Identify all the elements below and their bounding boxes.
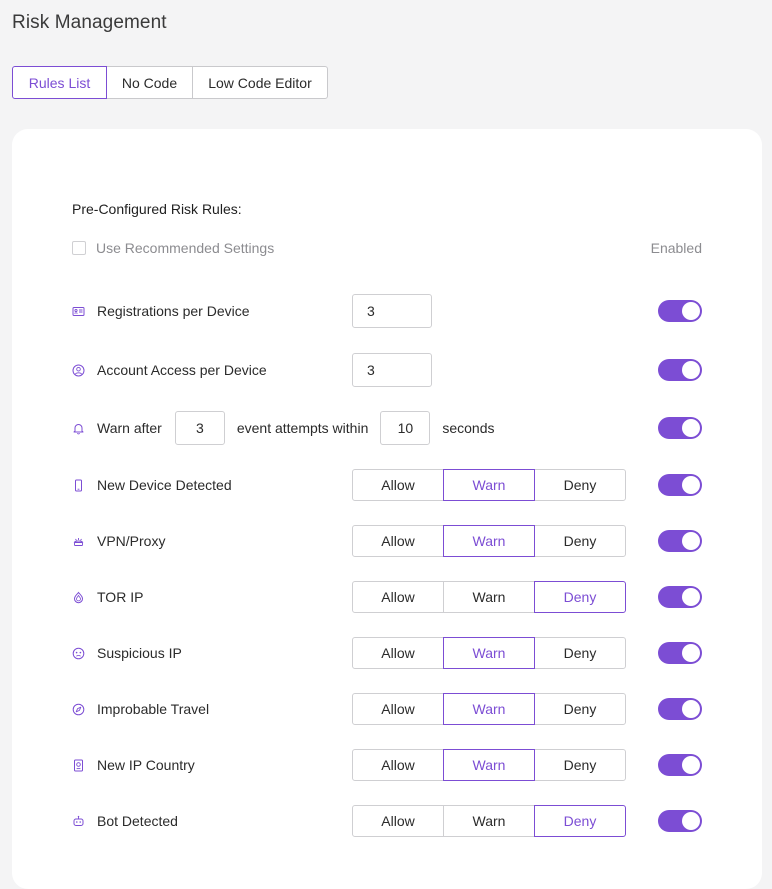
id-card-icon bbox=[72, 305, 85, 318]
account-access-enabled-toggle[interactable] bbox=[658, 359, 702, 381]
vpn-proxy-enabled-toggle[interactable] bbox=[658, 530, 702, 552]
allow-option[interactable]: Allow bbox=[352, 637, 444, 669]
rule-label: VPN/Proxy bbox=[97, 533, 166, 549]
allow-option[interactable]: Allow bbox=[352, 749, 444, 781]
bell-icon bbox=[72, 422, 85, 435]
warn-after-enabled-toggle[interactable] bbox=[658, 417, 702, 439]
rule-improbable-travel: Improbable Travel Allow Warn Deny bbox=[72, 693, 702, 727]
bot-detected-action-selector: Allow Warn Deny bbox=[352, 805, 626, 837]
new-device-action-selector: Allow Warn Deny bbox=[352, 469, 626, 501]
rule-suspicious-ip: Suspicious IP Allow Warn Deny bbox=[72, 637, 702, 671]
rule-label: New Device Detected bbox=[97, 477, 232, 493]
deny-option[interactable]: Deny bbox=[534, 469, 626, 501]
suspicious-ip-action-selector: Allow Warn Deny bbox=[352, 637, 626, 669]
mobile-device-icon bbox=[72, 479, 85, 492]
new-device-enabled-toggle[interactable] bbox=[658, 474, 702, 496]
section-title: Pre-Configured Risk Rules: bbox=[72, 201, 242, 217]
deny-option[interactable]: Deny bbox=[534, 581, 626, 613]
page-title: Risk Management bbox=[12, 12, 167, 33]
allow-option[interactable]: Allow bbox=[352, 525, 444, 557]
warn-seconds-input[interactable] bbox=[380, 411, 431, 445]
rule-label: Bot Detected bbox=[97, 813, 178, 829]
warn-option[interactable]: Warn bbox=[443, 693, 535, 725]
deny-option[interactable]: Deny bbox=[534, 693, 626, 725]
rule-warn-after-attempts: Warn after event attempts within seconds bbox=[72, 411, 702, 445]
warn-after-middle-text: event attempts within bbox=[236, 420, 369, 436]
allow-option[interactable]: Allow bbox=[352, 469, 444, 501]
rule-registrations-per-device: Registrations per Device bbox=[72, 294, 702, 328]
rule-label: Account Access per Device bbox=[97, 362, 267, 378]
deny-option[interactable]: Deny bbox=[534, 637, 626, 669]
warn-attempts-input[interactable] bbox=[174, 411, 225, 445]
recommended-settings-checkbox[interactable] bbox=[72, 241, 86, 255]
new-ip-country-enabled-toggle[interactable] bbox=[658, 754, 702, 776]
warn-option[interactable]: Warn bbox=[443, 749, 535, 781]
risk-rules-card: Pre-Configured Risk Rules: Use Recommend… bbox=[12, 129, 762, 889]
rule-label: Registrations per Device bbox=[97, 303, 250, 319]
tab-no-code[interactable]: No Code bbox=[106, 66, 193, 99]
deny-option[interactable]: Deny bbox=[534, 525, 626, 557]
rule-account-access-per-device: Account Access per Device bbox=[72, 353, 702, 387]
view-tabs: Rules List No Code Low Code Editor bbox=[12, 66, 328, 99]
improbable-travel-enabled-toggle[interactable] bbox=[658, 698, 702, 720]
new-ip-country-action-selector: Allow Warn Deny bbox=[352, 749, 626, 781]
warn-after-prefix: Warn after bbox=[97, 420, 162, 436]
allow-option[interactable]: Allow bbox=[352, 581, 444, 613]
deny-option[interactable]: Deny bbox=[534, 805, 626, 837]
compass-icon bbox=[72, 703, 85, 716]
bot-detected-enabled-toggle[interactable] bbox=[658, 810, 702, 832]
warn-option[interactable]: Warn bbox=[443, 469, 535, 501]
rule-new-ip-country: New IP Country Allow Warn Deny bbox=[72, 749, 702, 783]
warn-option[interactable]: Warn bbox=[443, 805, 535, 837]
tor-ip-enabled-toggle[interactable] bbox=[658, 586, 702, 608]
suspicious-ip-icon bbox=[72, 647, 85, 660]
allow-option[interactable]: Allow bbox=[352, 805, 444, 837]
vpn-proxy-action-selector: Allow Warn Deny bbox=[352, 525, 626, 557]
rule-bot-detected: Bot Detected Allow Warn Deny bbox=[72, 805, 702, 839]
account-access-per-device-input[interactable] bbox=[352, 353, 432, 387]
allow-option[interactable]: Allow bbox=[352, 693, 444, 725]
suspicious-ip-enabled-toggle[interactable] bbox=[658, 642, 702, 664]
warn-option[interactable]: Warn bbox=[443, 637, 535, 669]
user-circle-icon bbox=[72, 364, 85, 377]
tor-ip-action-selector: Allow Warn Deny bbox=[352, 581, 626, 613]
deny-option[interactable]: Deny bbox=[534, 749, 626, 781]
enabled-column-header: Enabled bbox=[650, 240, 702, 256]
tab-rules-list[interactable]: Rules List bbox=[12, 66, 107, 99]
recommended-settings: Use Recommended Settings bbox=[72, 240, 274, 256]
rule-label: TOR IP bbox=[97, 589, 144, 605]
improbable-travel-action-selector: Allow Warn Deny bbox=[352, 693, 626, 725]
rule-label: New IP Country bbox=[97, 757, 195, 773]
rule-new-device-detected: New Device Detected Allow Warn Deny bbox=[72, 469, 702, 503]
registrations-enabled-toggle[interactable] bbox=[658, 300, 702, 322]
passport-icon bbox=[72, 759, 85, 772]
tab-low-code-editor[interactable]: Low Code Editor bbox=[192, 66, 328, 99]
warn-after-suffix: seconds bbox=[442, 420, 495, 436]
vpn-icon bbox=[72, 535, 85, 548]
rule-label: Improbable Travel bbox=[97, 701, 210, 717]
rule-label: Suspicious IP bbox=[97, 645, 182, 661]
rule-tor-ip: TOR IP Allow Warn Deny bbox=[72, 581, 702, 615]
registrations-per-device-input[interactable] bbox=[352, 294, 432, 328]
robot-icon bbox=[72, 815, 85, 828]
rule-vpn-proxy: VPN/Proxy Allow Warn Deny bbox=[72, 525, 702, 559]
tor-onion-icon bbox=[72, 591, 85, 604]
recommended-settings-label: Use Recommended Settings bbox=[96, 240, 275, 256]
warn-option[interactable]: Warn bbox=[443, 525, 535, 557]
warn-option[interactable]: Warn bbox=[443, 581, 535, 613]
